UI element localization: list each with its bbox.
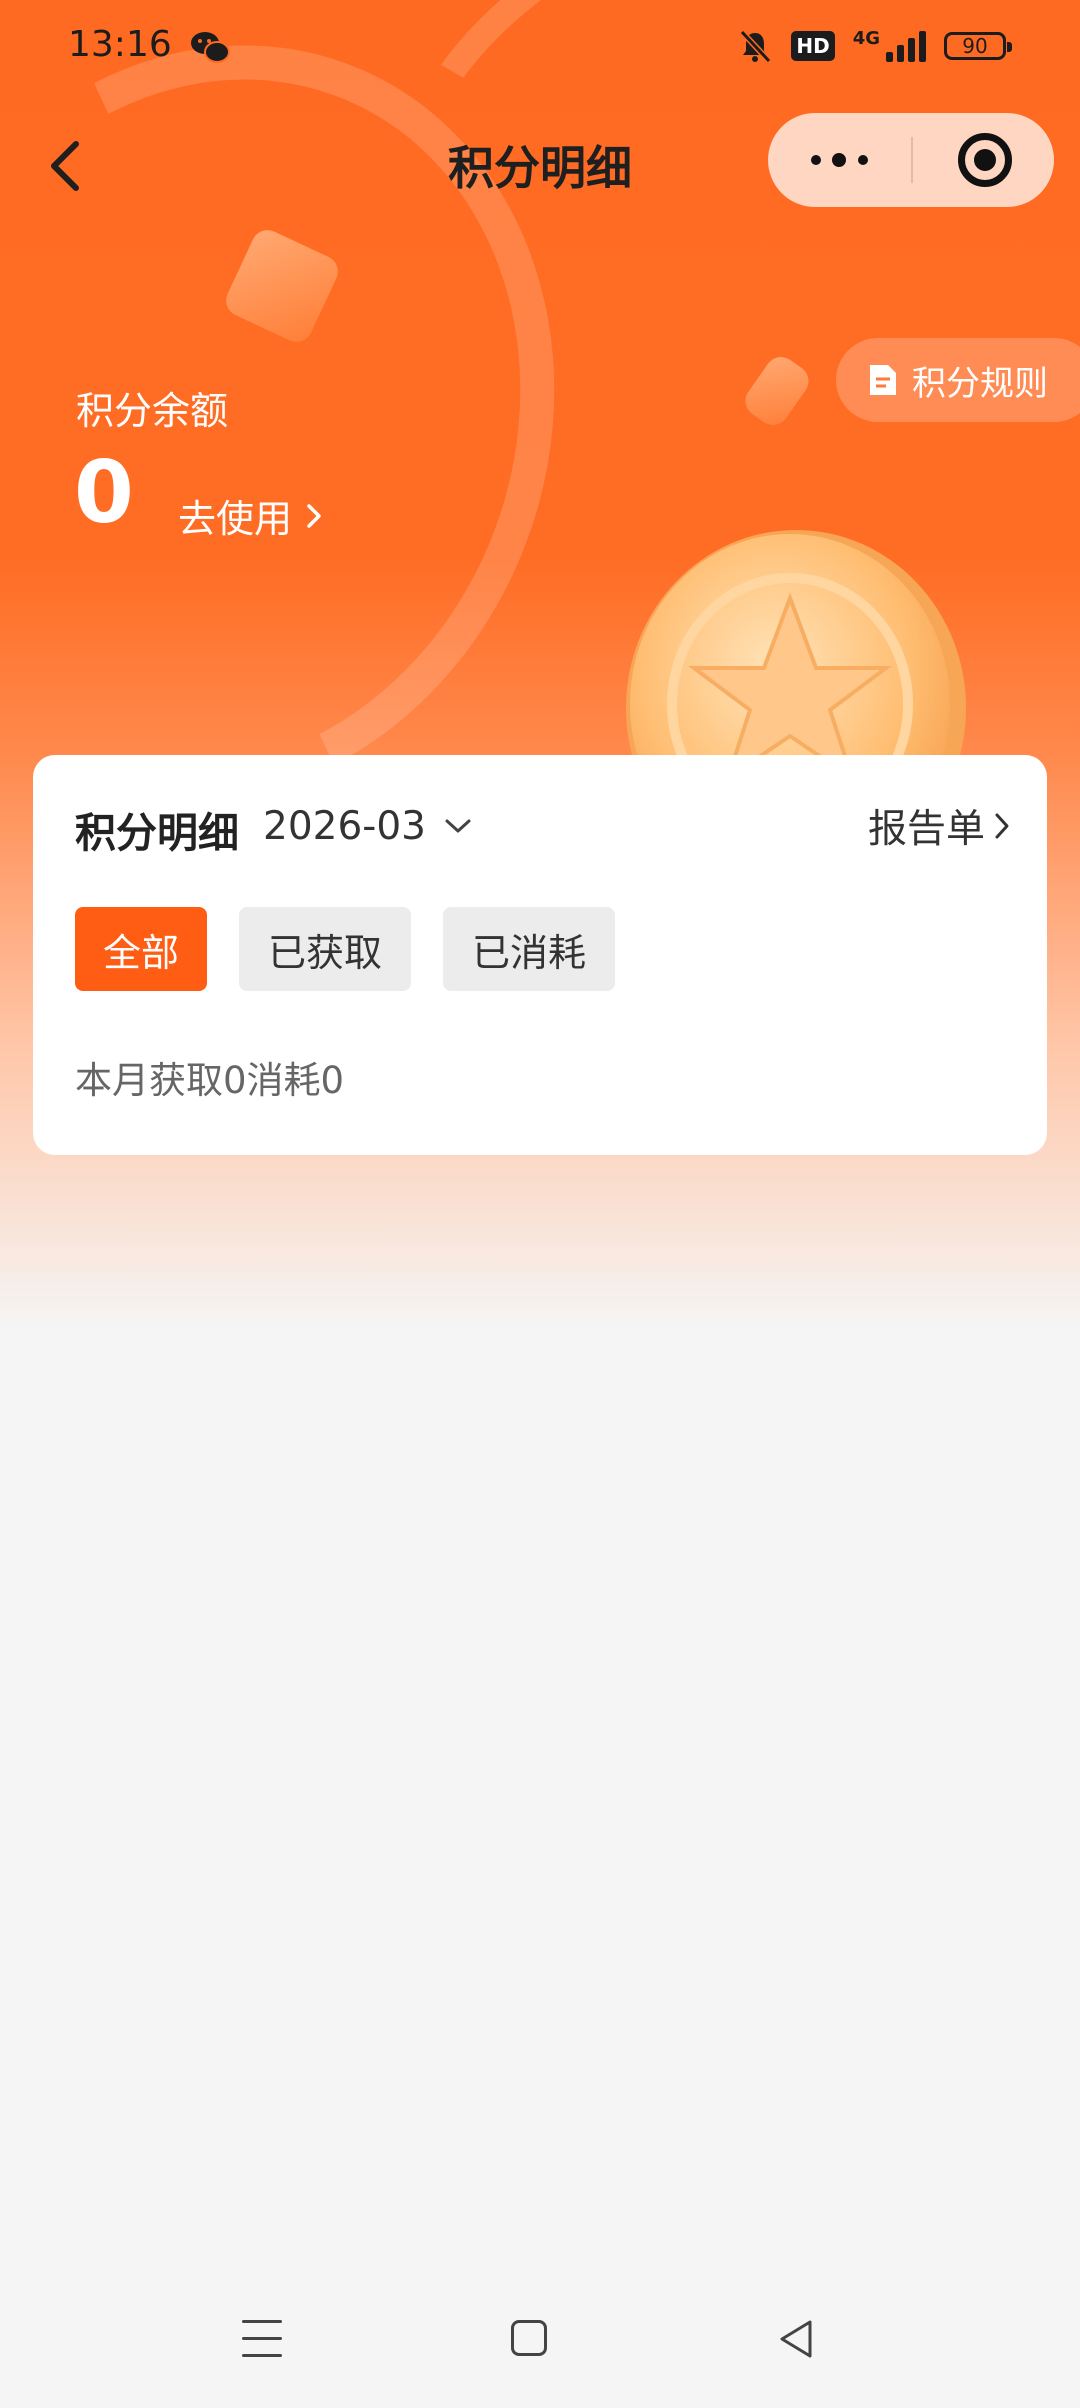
tab-all[interactable]: 全部 — [75, 907, 207, 991]
monthly-summary: 本月获取0消耗0 — [75, 1059, 345, 1102]
menu-icon[interactable] — [242, 2320, 282, 2360]
use-points-link[interactable]: 去使用 — [178, 488, 322, 543]
signal-icon — [886, 30, 926, 62]
points-detail-card: 积分明细 2026-03 报告单 全部 已获取 已消耗 本月获取0消耗0 — [33, 755, 1047, 1155]
chevron-right-icon — [307, 503, 321, 528]
capsule-divider — [911, 137, 913, 183]
tab-consumed[interactable]: 已消耗 — [443, 907, 615, 991]
rules-label: 积分规则 — [912, 363, 1048, 404]
tab-earned[interactable]: 已获取 — [239, 907, 411, 991]
balance-label: 积分余额 — [76, 389, 229, 433]
miniprogram-capsule — [768, 113, 1054, 207]
status-time: 13:16 — [68, 24, 172, 65]
home-square-icon[interactable] — [511, 2320, 547, 2356]
status-icons: HD 4G 90 — [737, 26, 1012, 66]
battery-icon: 90 — [944, 32, 1012, 60]
balance-value: 0 — [74, 443, 134, 543]
chevron-right-icon — [995, 813, 1009, 839]
month-value: 2026-03 — [263, 803, 426, 849]
hd-icon: HD — [791, 31, 835, 61]
network-type: 4G — [852, 27, 880, 49]
month-selector[interactable]: 2026-03 — [263, 801, 472, 851]
report-link[interactable]: 报告单 — [867, 801, 1011, 852]
document-icon — [870, 365, 896, 395]
filter-tabs: 全部 已获取 已消耗 — [75, 907, 615, 991]
rules-button[interactable]: 积分规则 — [836, 338, 1080, 422]
more-dots-icon[interactable] — [768, 113, 911, 207]
target-close-icon[interactable] — [958, 133, 1012, 187]
wechat-icon — [191, 32, 230, 63]
chevron-down-icon — [445, 819, 471, 833]
mute-bell-icon — [740, 29, 772, 64]
use-points-label: 去使用 — [178, 497, 293, 541]
system-navigation-bar — [0, 2300, 1080, 2408]
battery-level: 90 — [962, 34, 988, 58]
back-triangle-icon[interactable] — [776, 2318, 816, 2360]
status-bar: 13:16 HD 4G 90 — [0, 0, 1080, 96]
card-title: 积分明细 — [75, 809, 239, 857]
report-label: 报告单 — [867, 807, 985, 852]
